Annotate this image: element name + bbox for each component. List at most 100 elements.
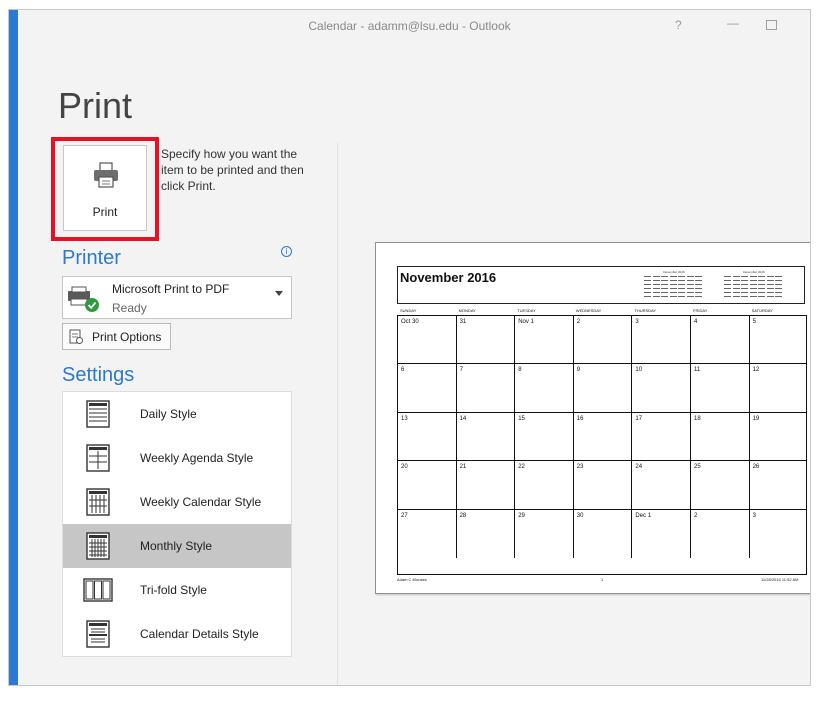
mini-calendar-title: December 2016 — [743, 270, 765, 274]
mini-calendar-week — [724, 276, 784, 278]
calendar-day-number: 24 — [635, 464, 643, 471]
calendar-day-cell: 18 — [691, 412, 750, 462]
style-item-label: Daily Style — [140, 407, 197, 421]
calendar-day-cell: 25 — [691, 461, 750, 510]
calendar-day-number: 30 — [576, 512, 584, 519]
calendar-day-number: 18 — [694, 415, 701, 422]
calendar-day-cell: 16 — [573, 412, 633, 462]
help-button[interactable]: ? — [675, 18, 682, 32]
calendar-day-cell: 3 — [750, 510, 806, 558]
calendar-day-number: 12 — [752, 367, 760, 374]
calendar-day-cell: Nov 1 — [515, 316, 574, 365]
print-options-button[interactable]: Print Options — [62, 323, 171, 350]
calendar-day-cell: 20 — [398, 461, 457, 510]
style-item-weekly-calendar-style[interactable]: Weekly Calendar Style — [63, 480, 291, 524]
calendar-day-cell: 2 — [573, 316, 633, 365]
daily-style-icon — [86, 400, 110, 428]
calendar-day-cell: 3 — [632, 316, 691, 365]
mini-calendar-week — [724, 292, 784, 294]
calendar-day-number: 8 — [518, 367, 522, 374]
weekday-label: MONDAY — [458, 308, 476, 313]
calendar-day-cell: 24 — [632, 461, 691, 510]
print-button-highlight: Print — [51, 137, 159, 241]
style-item-label: Weekly Agenda Style — [140, 451, 254, 465]
backstage-accent-bar — [9, 10, 18, 685]
printer-status: Ready — [112, 301, 147, 315]
calendar-day-number: 23 — [576, 464, 584, 471]
mini-calendar-week — [724, 284, 784, 286]
mini-calendar-week — [644, 276, 704, 278]
calendar-day-cell: 4 — [691, 316, 750, 365]
calendar-day-number: 10 — [635, 367, 643, 374]
calendar-day-number: 5 — [752, 319, 756, 325]
monthly-style-icon — [86, 532, 110, 560]
mini-calendar-week — [644, 292, 704, 294]
calendar-day-number: 14 — [459, 415, 467, 422]
calendar-day-cell: 5 — [749, 316, 806, 365]
weekday-label: WEDNESDAY — [575, 308, 602, 313]
calendar-day-number: Nov 1 — [518, 319, 534, 325]
calendar-day-cell: 22 — [515, 461, 574, 510]
print-description: Specify how you want the item to be prin… — [161, 147, 304, 193]
style-item-weekly-agenda-style[interactable]: Weekly Agenda Style — [63, 436, 291, 480]
calendar-day-cell: 15 — [515, 412, 574, 462]
calendar-day-number: 15 — [518, 415, 525, 422]
style-item-tri-fold-style[interactable]: Tri-fold Style — [63, 568, 291, 612]
calendar-day-number: 11 — [694, 367, 701, 374]
calendar-day-cell: 9 — [573, 364, 633, 413]
calendar-day-number: 19 — [752, 415, 760, 422]
calendar-day-number: 7 — [459, 367, 463, 374]
calendar-details-style-icon — [86, 620, 110, 648]
mini-calendar-week — [644, 296, 704, 298]
calendar-header: November 2016 November 2016 December 201… — [397, 266, 805, 304]
minimize-button[interactable]: — — [727, 16, 739, 30]
printer-dropdown[interactable]: Microsoft Print to PDF Ready — [62, 276, 292, 319]
weekly-calendar-style-icon — [86, 488, 110, 516]
calendar-day-cell: 13 — [398, 412, 457, 462]
calendar-day-cell: 6 — [398, 364, 457, 413]
print-button-label: Print — [92, 205, 118, 219]
style-item-monthly-style[interactable]: Monthly Style — [63, 524, 291, 568]
calendar-title: November 2016 — [400, 270, 497, 285]
mini-calendar-week — [724, 296, 784, 298]
calendar-day-cell: 10 — [632, 364, 691, 413]
style-item-daily-style[interactable]: Daily Style — [63, 392, 291, 436]
calendar-day-number: 27 — [401, 512, 408, 519]
weekday-label: TUESDAY — [517, 308, 536, 313]
chevron-down-icon — [275, 291, 283, 296]
weekday-label: SUNDAY — [400, 308, 417, 313]
printer-heading: Printer — [62, 247, 121, 269]
mini-calendar-week — [724, 288, 784, 290]
calendar-day-number: 6 — [401, 367, 405, 374]
calendar-day-cell: 23 — [573, 461, 633, 510]
calendar-day-number: 13 — [401, 415, 408, 422]
calendar-day-cell: 8 — [515, 364, 574, 413]
calendar-day-number: 25 — [694, 464, 701, 471]
calendar-day-number: 22 — [518, 464, 525, 471]
weekday-label: SATURDAY — [751, 308, 773, 313]
calendar-day-number: 9 — [576, 367, 581, 374]
style-item-calendar-details-style[interactable]: Calendar Details Style — [63, 612, 291, 656]
maximize-button[interactable] — [766, 20, 777, 30]
print-button[interactable]: Print — [63, 145, 147, 231]
style-item-label: Calendar Details Style — [140, 627, 259, 641]
calendar-day-number: 2 — [694, 512, 698, 519]
print-options-label: Print Options — [92, 330, 162, 344]
mini-calendar-title: November 2016 — [663, 270, 685, 274]
calendar-day-cell: 2 — [691, 509, 750, 558]
info-icon[interactable]: i — [281, 246, 292, 257]
mini-calendar-current: November 2016 — [644, 270, 704, 300]
trifold-style-icon — [83, 578, 113, 602]
calendar-day-cell: 14 — [456, 412, 516, 462]
calendar-day-number: 2 — [576, 319, 581, 325]
printer-ready-icon — [68, 286, 99, 312]
calendar-day-cell: 26 — [749, 461, 806, 510]
calendar-day-cell: 29 — [515, 509, 574, 558]
calendar-day-number: 17 — [635, 415, 643, 422]
calendar-day-number: 29 — [518, 512, 525, 519]
calendar-day-number: 3 — [635, 319, 639, 325]
mini-calendar-week — [644, 280, 704, 282]
print-preview: November 2016 November 2016 December 201… — [375, 242, 810, 594]
settings-heading: Settings — [62, 364, 135, 386]
print-options-icon — [69, 329, 83, 344]
